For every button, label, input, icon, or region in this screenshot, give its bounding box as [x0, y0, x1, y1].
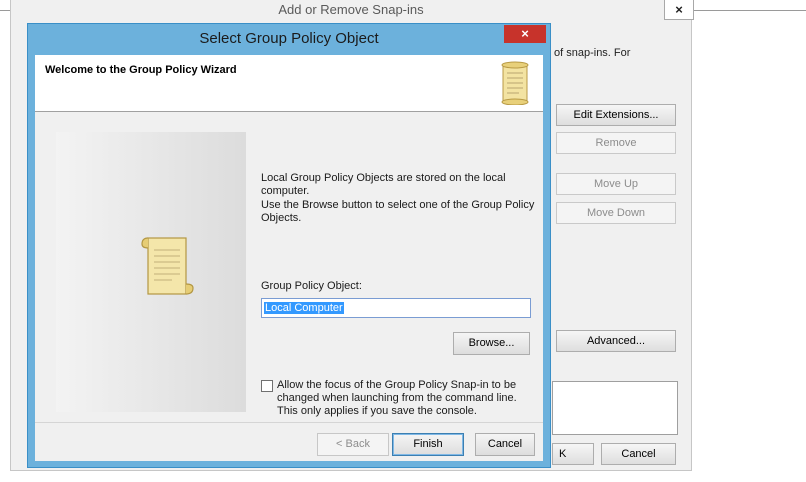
wizard-close-button[interactable]: ×	[504, 25, 546, 43]
browse-button[interactable]: Browse...	[453, 332, 530, 355]
description-text: of snap-ins. For	[554, 47, 631, 59]
intro-text-1: Local Group Policy Objects are stored on…	[261, 172, 506, 197]
finish-button[interactable]: Finish	[392, 433, 464, 456]
wizard-heading: Welcome to the Group Policy Wizard	[45, 64, 237, 76]
intro-text-2: Use the Browse button to select one of t…	[261, 199, 535, 224]
wizard-title: Select Group Policy Object	[199, 30, 379, 47]
gpo-input-value: Local Computer	[264, 302, 344, 314]
scroll-icon	[499, 61, 531, 108]
wizard-cancel-button[interactable]: Cancel	[475, 433, 535, 456]
focus-checkbox[interactable]	[261, 380, 273, 392]
gpo-input[interactable]: Local Computer	[261, 298, 531, 318]
remove-button[interactable]: Remove	[556, 132, 676, 154]
scroll-icon	[138, 232, 198, 303]
wizard-header: Welcome to the Group Policy Wizard	[35, 55, 543, 112]
move-up-button[interactable]: Move Up	[556, 173, 676, 195]
close-button[interactable]: ×	[664, 0, 694, 20]
gpo-label: Group Policy Object:	[261, 280, 362, 292]
cancel-button[interactable]: Cancel	[601, 443, 676, 465]
back-button[interactable]: < Back	[317, 433, 389, 456]
advanced-button[interactable]: Advanced...	[556, 330, 676, 352]
dialog-title: Add or Remove Snap-ins	[278, 2, 424, 17]
move-down-button[interactable]: Move Down	[556, 202, 676, 224]
wizard-client-area: Welcome to the Group Policy Wizard Local…	[35, 55, 543, 461]
wizard-side-panel	[56, 132, 246, 412]
edit-extensions-button[interactable]: Edit Extensions...	[556, 104, 676, 126]
select-gpo-wizard: Select Group Policy Object × Welcome to …	[27, 23, 551, 468]
description-box	[552, 381, 678, 435]
ok-button[interactable]: K	[552, 443, 594, 465]
focus-checkbox-label: Allow the focus of the Group Policy Snap…	[277, 379, 517, 417]
footer-separator	[35, 422, 543, 423]
